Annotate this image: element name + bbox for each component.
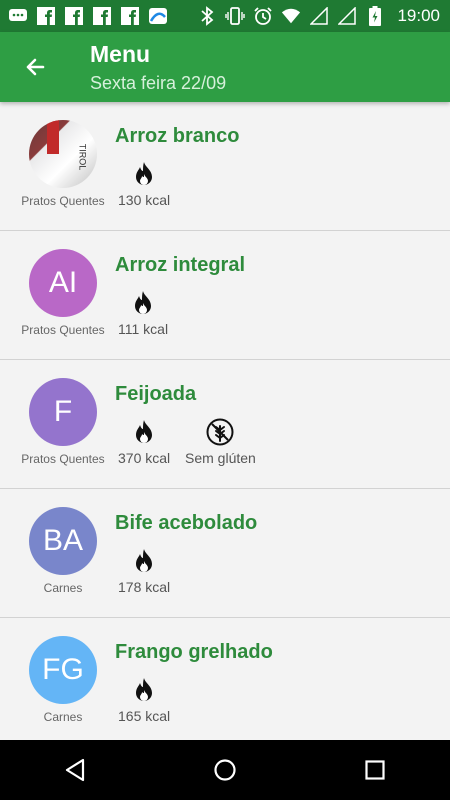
fire-icon (130, 547, 158, 575)
gluten-free-attribute: Sem glúten (185, 418, 256, 466)
arrow-left-icon (26, 58, 45, 76)
initials-avatar: AI (29, 249, 97, 317)
food-photo-avatar: TIROL (29, 120, 97, 188)
avatar-initials: AI (48, 266, 78, 299)
status-time: 19:00 (397, 6, 440, 25)
menu-list[interactable]: TIROL Pratos Quentes Arroz branco 130 kc… (0, 102, 450, 740)
alarm-icon (253, 6, 273, 26)
fire-icon (130, 676, 158, 704)
facebook-icon (36, 6, 56, 26)
calories-label: 165 kcal (118, 708, 171, 724)
item-name: Arroz branco (115, 125, 240, 147)
calories-attribute: 165 kcal (118, 676, 170, 724)
item-name: Bife acebolado (115, 512, 258, 534)
item-category: Carnes (43, 581, 83, 595)
status-bar-notifications (8, 6, 168, 26)
back-triangle-icon (65, 758, 85, 782)
calories-attribute: 370 kcal (118, 418, 170, 466)
list-item[interactable]: TIROL Pratos Quentes Arroz branco 130 kc… (0, 102, 450, 231)
item-category: Carnes (43, 710, 83, 724)
list-item[interactable]: BA Carnes Bife acebolado 178 kcal (0, 489, 450, 618)
wifi-icon (281, 6, 301, 26)
calories-label: 111 kcal (118, 321, 169, 337)
facebook-icon (120, 6, 140, 26)
fire-icon (130, 160, 158, 188)
fire-icon (130, 418, 158, 446)
avatar-initials: FG (42, 653, 84, 686)
status-bar: 19:00 (0, 0, 450, 32)
nav-back-button[interactable] (45, 740, 105, 800)
calories-label: 370 kcal (118, 450, 171, 466)
item-name: Frango grelhado (115, 641, 273, 663)
status-bar-system: 19:00 (197, 6, 440, 26)
initials-avatar: FG (29, 636, 97, 704)
calories-label: 178 kcal (118, 579, 171, 595)
item-category: Pratos Quentes (21, 452, 105, 466)
calories-attribute: 178 kcal (118, 547, 170, 595)
nav-recents-button[interactable] (345, 740, 405, 800)
signal-icon (309, 6, 329, 26)
list-item[interactable]: FG Carnes Frango grelhado 165 kcal (0, 618, 450, 740)
home-circle-icon (214, 759, 236, 781)
facebook-icon (92, 6, 112, 26)
list-item[interactable]: AI Pratos Quentes Arroz integral 111 kca… (0, 231, 450, 360)
calories-attribute: 111 kcal (118, 289, 168, 337)
facebook-icon (64, 6, 84, 26)
calories-attribute: 130 kcal (118, 160, 170, 208)
battery-icon (365, 6, 385, 26)
avatar-initials: BA (42, 524, 84, 557)
item-category: Pratos Quentes (21, 194, 105, 208)
app-icon (148, 6, 168, 26)
initials-avatar: F (29, 378, 97, 446)
app-bar: Menu Sexta feira 22/09 (0, 32, 450, 102)
page-title: Menu (90, 41, 151, 67)
avatar-initials: F (53, 395, 73, 428)
signal-icon (337, 6, 357, 26)
bluetooth-icon (197, 6, 217, 26)
gluten-free-label: Sem glúten (185, 450, 256, 466)
chat-icon (8, 6, 28, 26)
nav-home-button[interactable] (195, 740, 255, 800)
calories-label: 130 kcal (118, 192, 171, 208)
item-category: Pratos Quentes (21, 323, 105, 337)
item-name: Feijoada (115, 383, 197, 405)
recents-square-icon (365, 760, 385, 780)
gluten-free-icon (206, 418, 234, 446)
fire-icon (129, 289, 157, 317)
initials-avatar: BA (29, 507, 97, 575)
list-item[interactable]: F Pratos Quentes Feijoada 370 kcal Sem g… (0, 360, 450, 489)
back-button[interactable] (20, 52, 50, 82)
system-navigation-bar (0, 740, 450, 800)
vibrate-icon (225, 6, 246, 26)
page-subtitle: Sexta feira 22/09 (90, 73, 227, 93)
item-name: Arroz integral (115, 254, 246, 276)
